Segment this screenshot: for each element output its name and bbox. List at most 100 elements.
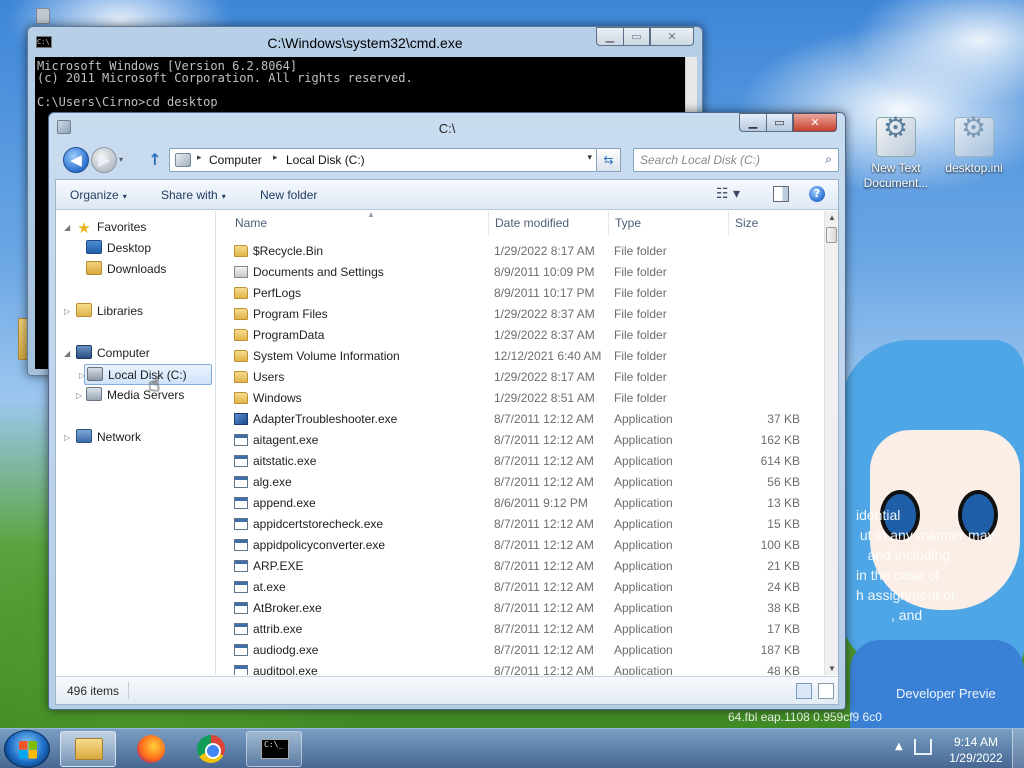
- nav-item-computer[interactable]: ◢ Computer: [64, 343, 150, 364]
- show-hidden-icons-button[interactable]: ▲: [895, 741, 903, 752]
- minimize-button[interactable]: ▁: [596, 27, 623, 46]
- file-row[interactable]: AdapterTroubleshooter.exe 8/7/2011 12:12 …: [217, 409, 823, 430]
- navigation-bar: ◀ ▶ ▾ ↑ ▸ Computer ▸ Local Disk (C:) ▾ ⇆…: [57, 145, 839, 175]
- file-row[interactable]: appidcertstorecheck.exe 8/7/2011 12:12 AM…: [217, 514, 823, 535]
- address-bar[interactable]: ▸ Computer ▸ Local Disk (C:) ▾: [169, 148, 597, 172]
- network-tray-icon[interactable]: [914, 739, 932, 755]
- recent-pages-dropdown[interactable]: ▾: [119, 155, 129, 165]
- folder-shortcut-icon: [234, 266, 248, 278]
- search-icon[interactable]: ⌕: [825, 152, 832, 167]
- nav-item-network[interactable]: ▷ Network: [64, 427, 141, 448]
- file-size: 56 KB: [767, 475, 800, 489]
- column-header-date[interactable]: Date modified: [489, 211, 609, 235]
- column-header-name[interactable]: ▲ Name: [229, 211, 489, 235]
- file-size: 100 KB: [760, 538, 800, 552]
- share-with-button[interactable]: Share with ▾: [161, 188, 226, 202]
- file-row[interactable]: alg.exe 8/7/2011 12:12 AM Application 56 KB: [217, 472, 823, 493]
- details-view-button[interactable]: [796, 683, 812, 699]
- file-row[interactable]: append.exe 8/6/2011 9:12 PM Application 13 …: [217, 493, 823, 514]
- maximize-button[interactable]: ▭: [623, 27, 650, 46]
- file-name: System Volume Information: [253, 349, 400, 363]
- file-rows: $Recycle.Bin 1/29/2022 8:17 AM File folder…: [217, 241, 823, 675]
- show-desktop-button[interactable]: [1012, 729, 1024, 768]
- preview-pane-button[interactable]: [773, 186, 789, 202]
- column-headers: ▲ Name Date modified Type Size: [217, 211, 823, 235]
- expand-toggle[interactable]: ▷: [76, 385, 82, 406]
- refresh-button[interactable]: ⇆: [597, 148, 621, 172]
- breadcrumb-separator[interactable]: ▸: [273, 153, 278, 163]
- application-icon: [234, 539, 248, 551]
- breadcrumb-separator[interactable]: ▸: [197, 153, 202, 163]
- breadcrumb-computer[interactable]: Computer: [209, 153, 262, 167]
- explorer-titlebar[interactable]: C:\ ▁ ▭ ✕: [49, 113, 845, 141]
- column-header-type[interactable]: Type: [609, 211, 729, 235]
- taskbar-chrome-button[interactable]: [184, 731, 240, 767]
- file-list[interactable]: ▲ Name Date modified Type Size $Recycle.…: [217, 211, 838, 675]
- file-row[interactable]: $Recycle.Bin 1/29/2022 8:17 AM File folder: [217, 241, 823, 262]
- folder-icon: [234, 371, 248, 383]
- taskbar-firefox-button[interactable]: [124, 731, 180, 767]
- file-row[interactable]: aitstatic.exe 8/7/2011 12:12 AM Applicatio…: [217, 451, 823, 472]
- column-header-size[interactable]: Size: [729, 211, 809, 235]
- expand-toggle[interactable]: ▷: [79, 365, 85, 386]
- file-row[interactable]: ARP.EXE 8/7/2011 12:12 AM Application 21 KB: [217, 556, 823, 577]
- file-name: ARP.EXE: [253, 559, 304, 573]
- organize-label: Organize: [70, 188, 119, 202]
- nav-item-desktop[interactable]: Desktop: [86, 238, 151, 259]
- file-row[interactable]: appidpolicyconverter.exe 8/7/2011 12:12 A…: [217, 535, 823, 556]
- file-row[interactable]: auditpol.exe 8/7/2011 12:12 AM Application…: [217, 661, 823, 675]
- expand-toggle[interactable]: ◢: [64, 343, 70, 364]
- chrome-icon: [197, 735, 225, 763]
- desktop-icon-desktop-ini[interactable]: desktop.ini: [936, 117, 1012, 176]
- nav-item-libraries[interactable]: ▷ Libraries: [64, 301, 143, 322]
- scroll-thumb[interactable]: [826, 227, 837, 243]
- file-row[interactable]: Windows 1/29/2022 8:51 AM File folder: [217, 388, 823, 409]
- explorer-window[interactable]: C:\ ▁ ▭ ✕ ◀ ▶ ▾ ↑ ▸ Computer ▸ Local Dis…: [48, 112, 846, 710]
- organize-button[interactable]: Organize ▾: [70, 188, 127, 202]
- change-view-button[interactable]: ☷ ▾: [716, 186, 740, 202]
- file-row[interactable]: attrib.exe 8/7/2011 12:12 AM Application 17…: [217, 619, 823, 640]
- help-button[interactable]: ?: [809, 186, 825, 202]
- up-button[interactable]: ↑: [147, 151, 163, 169]
- file-type: Application: [614, 580, 673, 594]
- address-history-dropdown[interactable]: ▾: [587, 153, 592, 163]
- taskbar-explorer-button[interactable]: [60, 731, 116, 767]
- scroll-down-icon[interactable]: ▼: [828, 664, 836, 673]
- desktop-partial-icon[interactable]: [36, 8, 50, 24]
- expand-toggle[interactable]: ◢: [64, 217, 70, 238]
- expand-toggle[interactable]: ▷: [64, 427, 70, 448]
- maximize-button[interactable]: ▭: [766, 113, 793, 132]
- file-row[interactable]: Documents and Settings 8/9/2011 10:09 PM F…: [217, 262, 823, 283]
- nav-item-downloads[interactable]: Downloads: [86, 259, 166, 280]
- minimize-button[interactable]: ▁: [739, 113, 766, 132]
- large-icons-view-button[interactable]: [818, 683, 834, 699]
- file-row[interactable]: Program Files 1/29/2022 8:37 AM File folde…: [217, 304, 823, 325]
- file-row[interactable]: ProgramData 1/29/2022 8:37 AM File folder: [217, 325, 823, 346]
- close-button[interactable]: ✕: [650, 27, 694, 46]
- close-button[interactable]: ✕: [793, 113, 837, 132]
- breadcrumb-local-disk[interactable]: Local Disk (C:): [286, 153, 365, 167]
- file-date: 8/7/2011 12:12 AM: [494, 643, 594, 657]
- clock[interactable]: 9:14 AM 1/29/2022: [944, 734, 1008, 766]
- nav-item-media-servers[interactable]: ▷ Media Servers: [76, 385, 184, 406]
- file-row[interactable]: PerfLogs 8/9/2011 10:17 PM File folder: [217, 283, 823, 304]
- expand-toggle[interactable]: ▷: [64, 301, 70, 322]
- forward-button[interactable]: ▶: [91, 147, 117, 173]
- search-input[interactable]: Search Local Disk (C:) ⌕: [633, 148, 839, 172]
- file-row[interactable]: Users 1/29/2022 8:17 AM File folder: [217, 367, 823, 388]
- nav-item-favorites[interactable]: ◢ ★ Favorites: [64, 217, 146, 238]
- file-row[interactable]: AtBroker.exe 8/7/2011 12:12 AM Application…: [217, 598, 823, 619]
- back-button[interactable]: ◀: [63, 147, 89, 173]
- start-button[interactable]: [4, 730, 50, 768]
- file-row[interactable]: System Volume Information 12/12/2021 6:40…: [217, 346, 823, 367]
- vertical-scrollbar[interactable]: ▲ ▼: [824, 211, 838, 675]
- cmd-titlebar[interactable]: C:\ C:\Windows\system32\cmd.exe ▁ ▭ ✕: [28, 27, 702, 55]
- desktop-icon-new-text-document[interactable]: New Text Document...: [858, 117, 934, 191]
- hand-cursor-icon: ☝: [148, 372, 161, 396]
- file-row[interactable]: aitagent.exe 8/7/2011 12:12 AM Application…: [217, 430, 823, 451]
- scroll-up-icon[interactable]: ▲: [828, 213, 836, 222]
- taskbar-cmd-button[interactable]: C:\_: [246, 731, 302, 767]
- file-row[interactable]: audiodg.exe 8/7/2011 12:12 AM Application 1…: [217, 640, 823, 661]
- file-row[interactable]: at.exe 8/7/2011 12:12 AM Application 24 KB: [217, 577, 823, 598]
- new-folder-button[interactable]: New folder: [260, 188, 317, 202]
